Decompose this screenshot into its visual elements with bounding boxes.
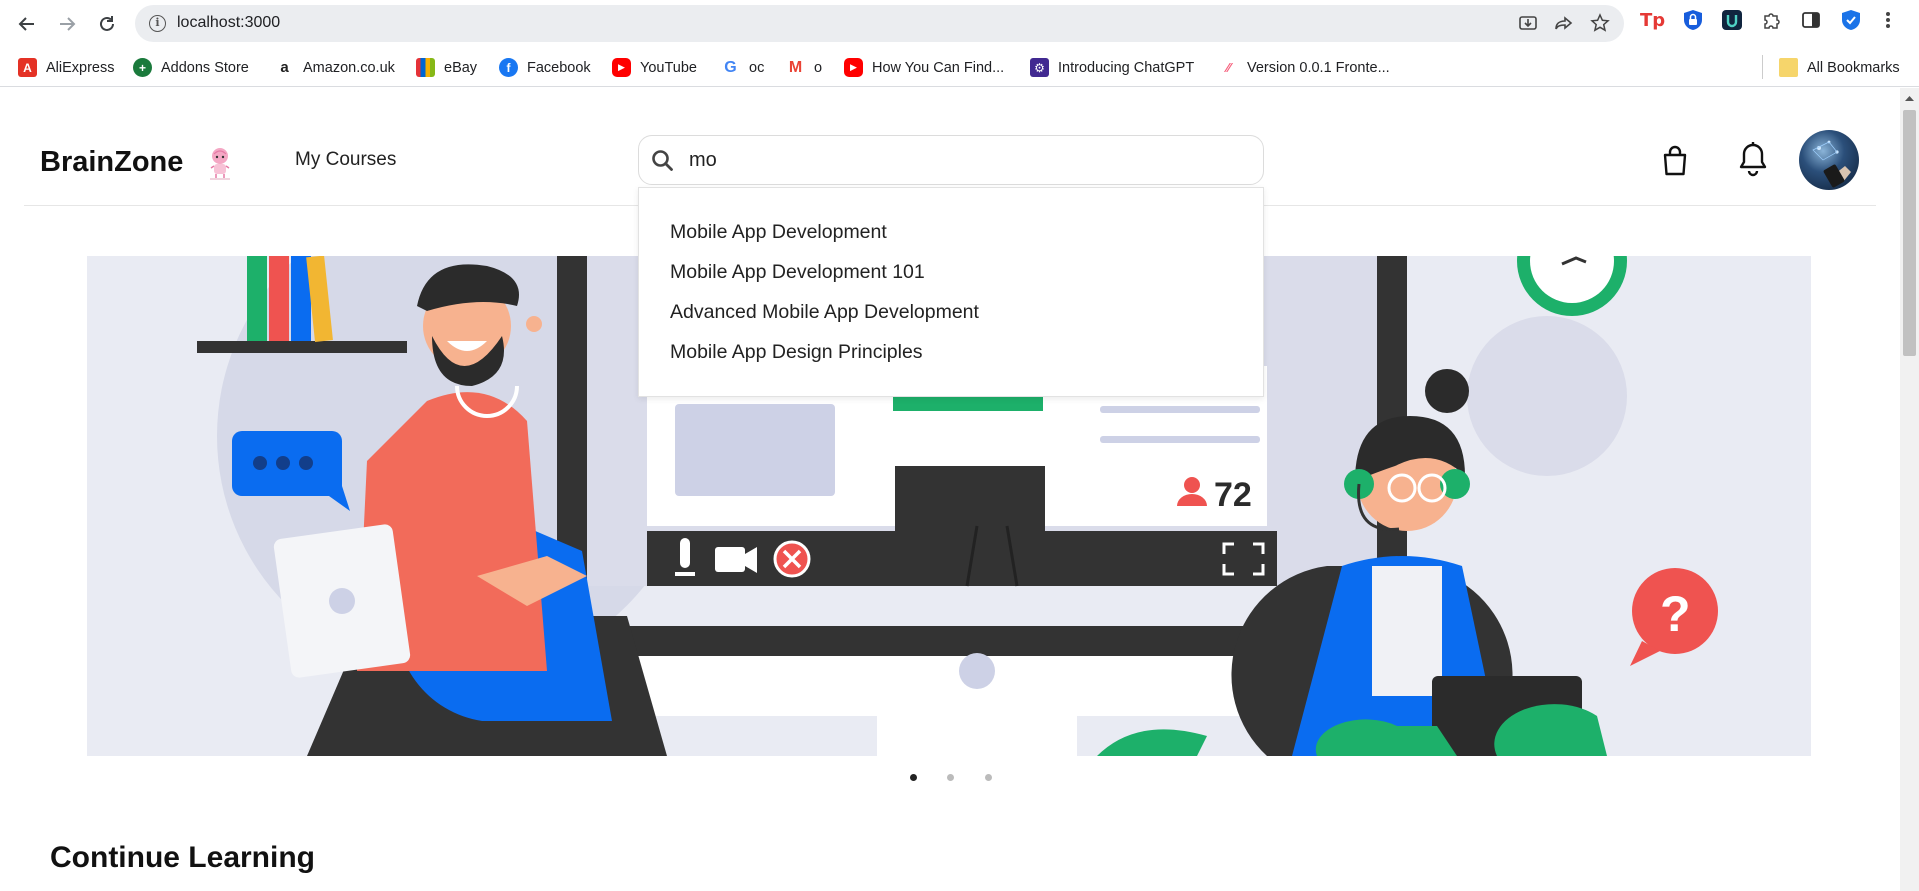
shopping-bag-icon bbox=[1663, 145, 1687, 176]
ebay-icon bbox=[416, 58, 435, 77]
bookmark-label: Amazon.co.uk bbox=[303, 59, 395, 76]
youtube-icon: ▶ bbox=[612, 58, 631, 77]
bookmark-gmail[interactable]: M o bbox=[786, 58, 822, 77]
bookmark-label: eBay bbox=[444, 59, 478, 76]
extensions-puzzle-icon[interactable] bbox=[1761, 9, 1785, 33]
participant-count: 72 bbox=[1214, 476, 1252, 514]
svg-text:?: ? bbox=[1660, 586, 1691, 642]
carousel-dot[interactable] bbox=[985, 774, 992, 781]
page-scrollbar[interactable] bbox=[1900, 88, 1919, 891]
omnibox-actions bbox=[1518, 13, 1610, 33]
browser-toolbar: i localhost:3000 Tp bbox=[0, 0, 1919, 47]
aliexpress-icon: A bbox=[18, 58, 37, 77]
bell-icon bbox=[1739, 142, 1767, 177]
folder-icon bbox=[1779, 58, 1798, 77]
amazon-icon: a bbox=[275, 58, 294, 77]
search-suggestions-dropdown: Mobile App Development Mobile App Develo… bbox=[638, 187, 1264, 397]
monday-icon: ∕∕ bbox=[1219, 58, 1238, 77]
suggestion-item[interactable]: Advanced Mobile App Development bbox=[670, 301, 979, 324]
bookmark-facebook[interactable]: f Facebook bbox=[499, 58, 591, 77]
side-panel-icon[interactable] bbox=[1800, 9, 1824, 33]
bookmark-label: Facebook bbox=[527, 59, 591, 76]
cart-button[interactable] bbox=[1660, 145, 1690, 182]
share-icon[interactable] bbox=[1554, 13, 1574, 33]
arrow-left-icon bbox=[18, 17, 34, 31]
bookmark-label: Introducing ChatGPT bbox=[1058, 59, 1195, 76]
bookmark-label: All Bookmarks bbox=[1807, 59, 1900, 76]
url-text[interactable]: localhost:3000 bbox=[177, 14, 280, 32]
bookmark-label: oc bbox=[749, 59, 765, 76]
page-content: BrainZone My Courses Mobile App Developm… bbox=[0, 88, 1900, 891]
bookmark-ebay[interactable]: eBay bbox=[416, 58, 477, 77]
google-icon: G bbox=[721, 58, 740, 77]
bookmark-youtube-video[interactable]: ▶ How You Can Find... bbox=[844, 58, 1004, 77]
chatgpt-icon: ⚙ bbox=[1030, 58, 1049, 77]
bookmark-label: Version 0.0.1 Fronte... bbox=[1247, 59, 1390, 76]
back-button[interactable] bbox=[13, 10, 41, 38]
bookmark-monday[interactable]: ∕∕ Version 0.0.1 Fronte... bbox=[1219, 58, 1390, 77]
install-app-icon[interactable] bbox=[1518, 13, 1538, 33]
bookmark-label: Addons Store bbox=[161, 59, 249, 76]
tp-extension-icon[interactable]: Tp bbox=[1640, 9, 1665, 33]
bookmark-chatgpt[interactable]: ⚙ Introducing ChatGPT bbox=[1030, 58, 1194, 77]
scroll-up-icon[interactable] bbox=[1900, 92, 1919, 106]
ublock-extension-icon[interactable] bbox=[1721, 9, 1745, 33]
site-info-icon[interactable]: i bbox=[149, 15, 166, 32]
carousel-dot-active[interactable] bbox=[910, 774, 917, 781]
bookmark-youtube[interactable]: ▶ YouTube bbox=[612, 58, 697, 77]
youtube-icon: ▶ bbox=[844, 58, 863, 77]
bookmark-addons-store[interactable]: + Addons Store bbox=[133, 58, 249, 77]
bookmarks-divider bbox=[1762, 55, 1763, 79]
address-bar[interactable]: i localhost:3000 bbox=[135, 5, 1624, 42]
search-input[interactable] bbox=[689, 145, 1229, 175]
suggestion-item[interactable]: Mobile App Design Principles bbox=[670, 341, 923, 364]
reload-icon bbox=[100, 16, 114, 31]
bookmark-google[interactable]: G oc bbox=[721, 58, 764, 77]
notifications-button[interactable] bbox=[1737, 141, 1769, 182]
continue-learning-heading: Continue Learning bbox=[50, 841, 315, 874]
search-bar[interactable] bbox=[638, 135, 1264, 185]
facebook-icon: f bbox=[499, 58, 518, 77]
arrow-right-icon bbox=[60, 17, 76, 31]
suggestion-item[interactable]: Mobile App Development bbox=[670, 221, 887, 244]
bookmarks-bar: A AliExpress + Addons Store a Amazon.co.… bbox=[0, 47, 1919, 87]
avatar[interactable] bbox=[1799, 130, 1859, 190]
brain-logo-icon[interactable] bbox=[202, 144, 238, 182]
bookmark-label: How You Can Find... bbox=[872, 59, 1005, 76]
browser-menu-icon[interactable] bbox=[1885, 9, 1909, 33]
my-courses-link[interactable]: My Courses bbox=[295, 149, 396, 171]
all-bookmarks[interactable]: All Bookmarks bbox=[1779, 58, 1900, 77]
bookmark-label: YouTube bbox=[640, 59, 697, 76]
brand-name[interactable]: BrainZone bbox=[40, 146, 183, 179]
bookmark-aliexpress[interactable]: A AliExpress bbox=[18, 58, 115, 77]
addons-store-icon: + bbox=[133, 58, 152, 77]
reload-button[interactable] bbox=[93, 10, 121, 38]
suggestion-item[interactable]: Mobile App Development 101 bbox=[670, 261, 925, 284]
bookmark-amazon[interactable]: a Amazon.co.uk bbox=[275, 58, 395, 77]
bitwarden-lock-icon[interactable] bbox=[1682, 9, 1706, 33]
bookmark-label: AliExpress bbox=[46, 59, 115, 76]
shield-check-icon[interactable] bbox=[1840, 9, 1864, 33]
bookmark-star-icon[interactable] bbox=[1590, 13, 1610, 33]
scrollbar-thumb[interactable] bbox=[1903, 110, 1916, 356]
search-icon bbox=[652, 150, 673, 171]
carousel-dot[interactable] bbox=[947, 774, 954, 781]
bookmark-label: o bbox=[814, 59, 823, 76]
carousel-indicators bbox=[0, 774, 1900, 784]
forward-button[interactable] bbox=[53, 10, 81, 38]
gmail-icon: M bbox=[786, 58, 805, 77]
